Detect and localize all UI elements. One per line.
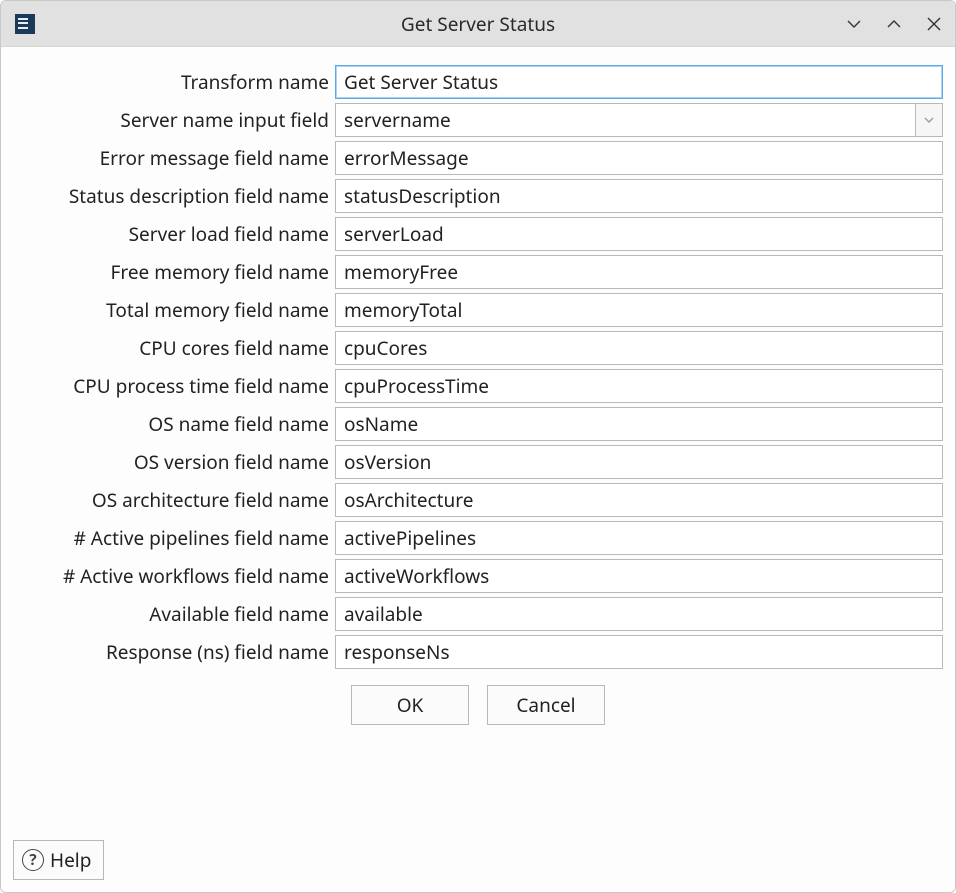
combo-server-name-input[interactable] (335, 103, 943, 137)
window-title: Get Server Status (1, 11, 955, 37)
cancel-button[interactable]: Cancel (487, 685, 605, 725)
row-server-load: Server load field name (13, 215, 943, 253)
input-active-workflows[interactable] (335, 559, 943, 593)
input-status-description[interactable] (335, 179, 943, 213)
input-cpu-cores[interactable] (335, 331, 943, 365)
row-transform-name: Transform name (13, 63, 943, 101)
label-error-message: Error message field name (13, 145, 335, 171)
help-label: Help (50, 847, 91, 873)
dropdown-arrow-icon[interactable] (915, 103, 943, 137)
input-os-architecture[interactable] (335, 483, 943, 517)
input-server-load[interactable] (335, 217, 943, 251)
ok-button[interactable]: OK (351, 685, 469, 725)
minimize-button[interactable] (843, 13, 865, 35)
row-server-name-input: Server name input field (13, 101, 943, 139)
label-free-memory: Free memory field name (13, 259, 335, 285)
label-transform-name: Transform name (13, 69, 335, 95)
label-cpu-cores: CPU cores field name (13, 335, 335, 361)
input-available[interactable] (335, 597, 943, 631)
row-os-version: OS version field name (13, 443, 943, 481)
row-response-ns: Response (ns) field name (13, 633, 943, 671)
row-error-message: Error message field name (13, 139, 943, 177)
input-cpu-process-time[interactable] (335, 369, 943, 403)
dialog-content: Transform name Server name input field E… (1, 47, 955, 892)
input-free-memory[interactable] (335, 255, 943, 289)
label-response-ns: Response (ns) field name (13, 639, 335, 665)
input-os-name[interactable] (335, 407, 943, 441)
label-server-name-input: Server name input field (13, 107, 335, 133)
input-total-memory[interactable] (335, 293, 943, 327)
row-status-description: Status description field name (13, 177, 943, 215)
row-os-architecture: OS architecture field name (13, 481, 943, 519)
close-button[interactable] (923, 13, 945, 35)
label-active-workflows: # Active workflows field name (13, 563, 335, 589)
label-server-load: Server load field name (13, 221, 335, 247)
input-server-name-input[interactable] (335, 103, 915, 137)
label-total-memory: Total memory field name (13, 297, 335, 323)
row-free-memory: Free memory field name (13, 253, 943, 291)
row-active-workflows: # Active workflows field name (13, 557, 943, 595)
input-error-message[interactable] (335, 141, 943, 175)
help-icon: ? (22, 849, 44, 871)
input-os-version[interactable] (335, 445, 943, 479)
row-total-memory: Total memory field name (13, 291, 943, 329)
row-cpu-process-time: CPU process time field name (13, 367, 943, 405)
button-row: OK Cancel (13, 685, 943, 725)
row-active-pipelines: # Active pipelines field name (13, 519, 943, 557)
window-controls (843, 1, 945, 46)
label-os-version: OS version field name (13, 449, 335, 475)
row-available: Available field name (13, 595, 943, 633)
titlebar: Get Server Status (1, 1, 955, 47)
row-cpu-cores: CPU cores field name (13, 329, 943, 367)
label-available: Available field name (13, 601, 335, 627)
label-cpu-process-time: CPU process time field name (13, 373, 335, 399)
label-status-description: Status description field name (13, 183, 335, 209)
app-icon (15, 14, 35, 34)
input-active-pipelines[interactable] (335, 521, 943, 555)
input-transform-name[interactable] (335, 65, 943, 99)
input-response-ns[interactable] (335, 635, 943, 669)
label-os-architecture: OS architecture field name (13, 487, 335, 513)
maximize-button[interactable] (883, 13, 905, 35)
help-button[interactable]: ? Help (13, 840, 104, 880)
label-active-pipelines: # Active pipelines field name (13, 525, 335, 551)
row-os-name: OS name field name (13, 405, 943, 443)
dialog-window: Get Server Status Transform name Server … (0, 0, 956, 893)
label-os-name: OS name field name (13, 411, 335, 437)
